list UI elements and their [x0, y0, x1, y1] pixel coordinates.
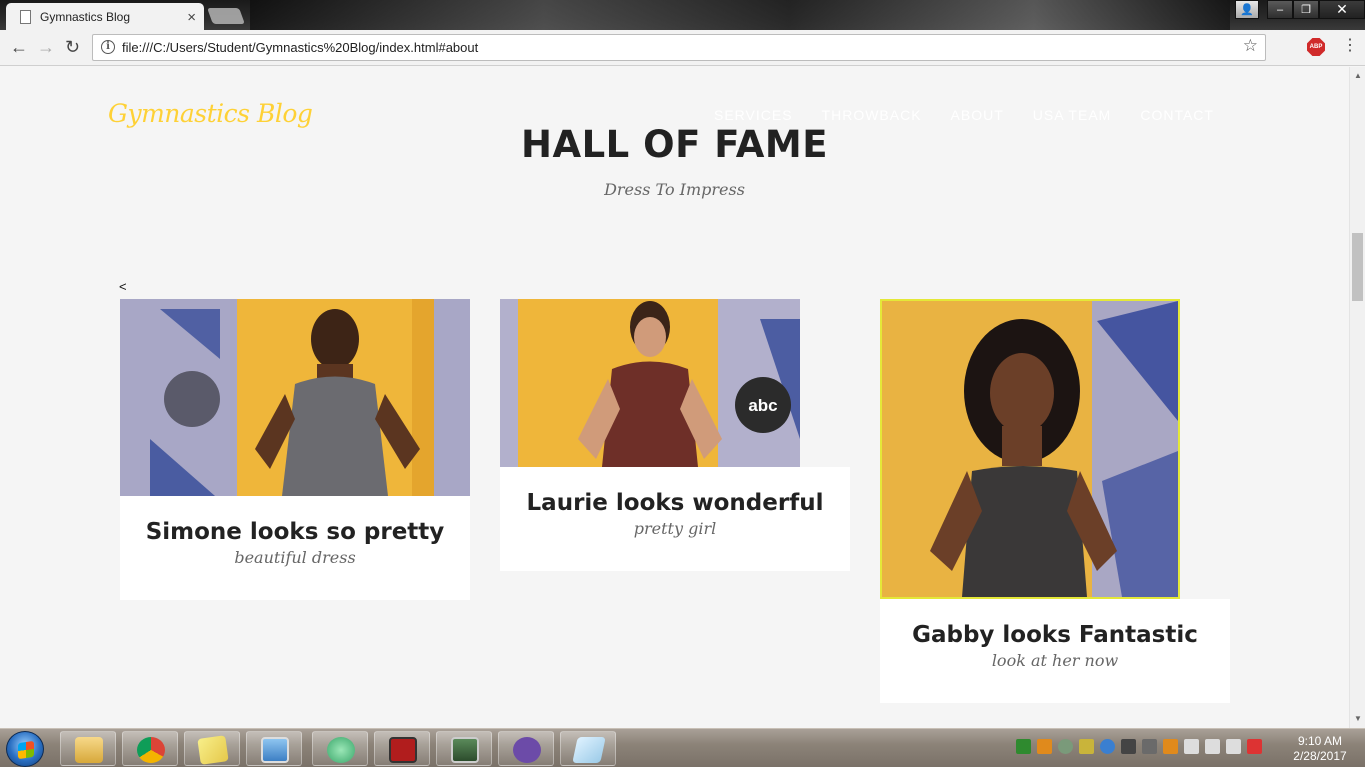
- card-subtitle: look at her now: [991, 651, 1119, 670]
- taskbar-chrome[interactable]: [122, 731, 178, 766]
- start-button[interactable]: [6, 731, 44, 767]
- tray-sublime-icon[interactable]: [1037, 739, 1052, 754]
- url-text[interactable]: file:///C:/Users/Student/Gymnastics%20Bl…: [122, 40, 478, 55]
- action-center-icon[interactable]: [1247, 739, 1262, 754]
- scroll-up-arrow-icon[interactable]: ▲: [1354, 71, 1362, 80]
- page-scrollbar[interactable]: ▲ ▼: [1349, 67, 1365, 728]
- tray-device-icon[interactable]: [1184, 739, 1199, 754]
- card-title: Gabby looks Fantastic: [912, 622, 1198, 648]
- laurie-photo[interactable]: abc: [500, 299, 800, 467]
- section-subtitle: Dress To Impress: [604, 180, 745, 199]
- photo-viewer-icon: [261, 737, 289, 763]
- system-tray: [1016, 739, 1262, 754]
- simone-photo[interactable]: [120, 299, 470, 496]
- card-title: Laurie looks wonderful: [526, 490, 824, 516]
- chrome-icon: [137, 737, 165, 763]
- taskbar-file-explorer[interactable]: [60, 731, 116, 766]
- page-viewport: Gymnastics Blog SERVICES THROWBACK ABOUT…: [0, 67, 1349, 728]
- tray-display-icon[interactable]: [1121, 739, 1136, 754]
- simone-caption: Simone looks so pretty beautiful dress: [120, 496, 470, 600]
- tab-close-icon[interactable]: ×: [187, 9, 196, 26]
- svg-text:abc: abc: [748, 396, 777, 415]
- taskbar-task-manager[interactable]: [436, 731, 492, 766]
- taskbar-clock[interactable]: 9:10 AM 2/28/2017: [1285, 734, 1355, 764]
- info-icon[interactable]: i: [101, 40, 115, 54]
- taskbar-notepad[interactable]: [560, 731, 616, 766]
- browser-toolbar: ← → ↻ i file:///C:/Users/Student/Gymnast…: [0, 30, 1365, 66]
- windows-taskbar: 9:10 AM 2/28/2017: [0, 728, 1365, 767]
- browser-titlebar: Gymnastics Blog × 👤 – ❐ ✕: [0, 0, 1365, 30]
- tray-network-icon[interactable]: [1058, 739, 1073, 754]
- tray-key-icon[interactable]: [1079, 739, 1094, 754]
- card-subtitle: beautiful dress: [234, 548, 356, 567]
- volume-icon[interactable]: [1205, 739, 1220, 754]
- atom-icon: [327, 737, 355, 763]
- close-window-button[interactable]: ✕: [1319, 0, 1365, 19]
- minimize-button[interactable]: –: [1267, 0, 1293, 19]
- folder-icon: [75, 737, 103, 763]
- nav-contact[interactable]: CONTACT: [1140, 107, 1214, 123]
- monitor-icon: [451, 737, 479, 763]
- new-tab-button[interactable]: [207, 8, 245, 24]
- card-subtitle: pretty girl: [633, 519, 717, 538]
- reload-button[interactable]: ↻: [65, 37, 80, 57]
- acrobat-icon: [389, 737, 417, 763]
- adblock-extension-icon[interactable]: ABP: [1307, 38, 1325, 56]
- taskbar-sticky-notes[interactable]: [184, 731, 240, 766]
- maximize-button[interactable]: ❐: [1293, 0, 1319, 19]
- signal-icon[interactable]: [1226, 739, 1241, 754]
- clock-time: 9:10 AM: [1297, 734, 1343, 748]
- section-title: HALL OF FAME: [520, 123, 828, 166]
- nav-usa-team[interactable]: USA TEAM: [1033, 107, 1112, 123]
- tray-usb-icon[interactable]: [1142, 739, 1157, 754]
- taskbar-acrobat[interactable]: [374, 731, 430, 766]
- github-icon: [513, 737, 541, 763]
- window-controls: 👤 – ❐ ✕: [1235, 0, 1365, 20]
- back-button[interactable]: ←: [10, 37, 28, 57]
- windows-logo-icon: [18, 740, 34, 760]
- browser-tab[interactable]: Gymnastics Blog ×: [6, 3, 204, 30]
- nav-throwback[interactable]: THROWBACK: [822, 107, 922, 123]
- laurie-caption: Laurie looks wonderful pretty girl: [500, 467, 850, 571]
- carousel-prev-arrow[interactable]: <: [119, 279, 127, 294]
- forward-button[interactable]: →: [37, 37, 55, 57]
- tray-update-icon[interactable]: [1163, 739, 1178, 754]
- clock-date: 2/28/2017: [1293, 749, 1347, 763]
- taskbar-github[interactable]: [498, 731, 554, 766]
- titlebar-backdrop: [250, 0, 1230, 30]
- nav-services[interactable]: SERVICES: [714, 107, 793, 123]
- notepad-icon: [572, 737, 606, 763]
- gabby-caption: Gabby looks Fantastic look at her now: [880, 599, 1230, 703]
- tray-app-icon[interactable]: [1016, 739, 1031, 754]
- page-favicon-icon: [20, 10, 31, 24]
- top-navigation: SERVICES THROWBACK ABOUT USA TEAM CONTAC…: [714, 107, 1214, 123]
- bluetooth-icon[interactable]: [1100, 739, 1115, 754]
- scroll-down-arrow-icon[interactable]: ▼: [1354, 714, 1362, 723]
- address-bar[interactable]: i file:///C:/Users/Student/Gymnastics%20…: [92, 34, 1266, 61]
- nav-about[interactable]: ABOUT: [951, 107, 1004, 123]
- user-profile-button[interactable]: 👤: [1235, 0, 1259, 19]
- browser-menu-icon[interactable]: ⋮: [1342, 36, 1358, 56]
- tab-title: Gymnastics Blog: [40, 10, 131, 24]
- bookmark-star-icon[interactable]: ☆: [1243, 36, 1258, 56]
- card-title: Simone looks so pretty: [145, 519, 445, 545]
- gabby-photo[interactable]: [880, 299, 1180, 599]
- taskbar-atom[interactable]: [312, 731, 368, 766]
- sticky-notes-icon: [197, 735, 229, 765]
- taskbar-photo-viewer[interactable]: [246, 731, 302, 766]
- scroll-thumb[interactable]: [1352, 233, 1363, 301]
